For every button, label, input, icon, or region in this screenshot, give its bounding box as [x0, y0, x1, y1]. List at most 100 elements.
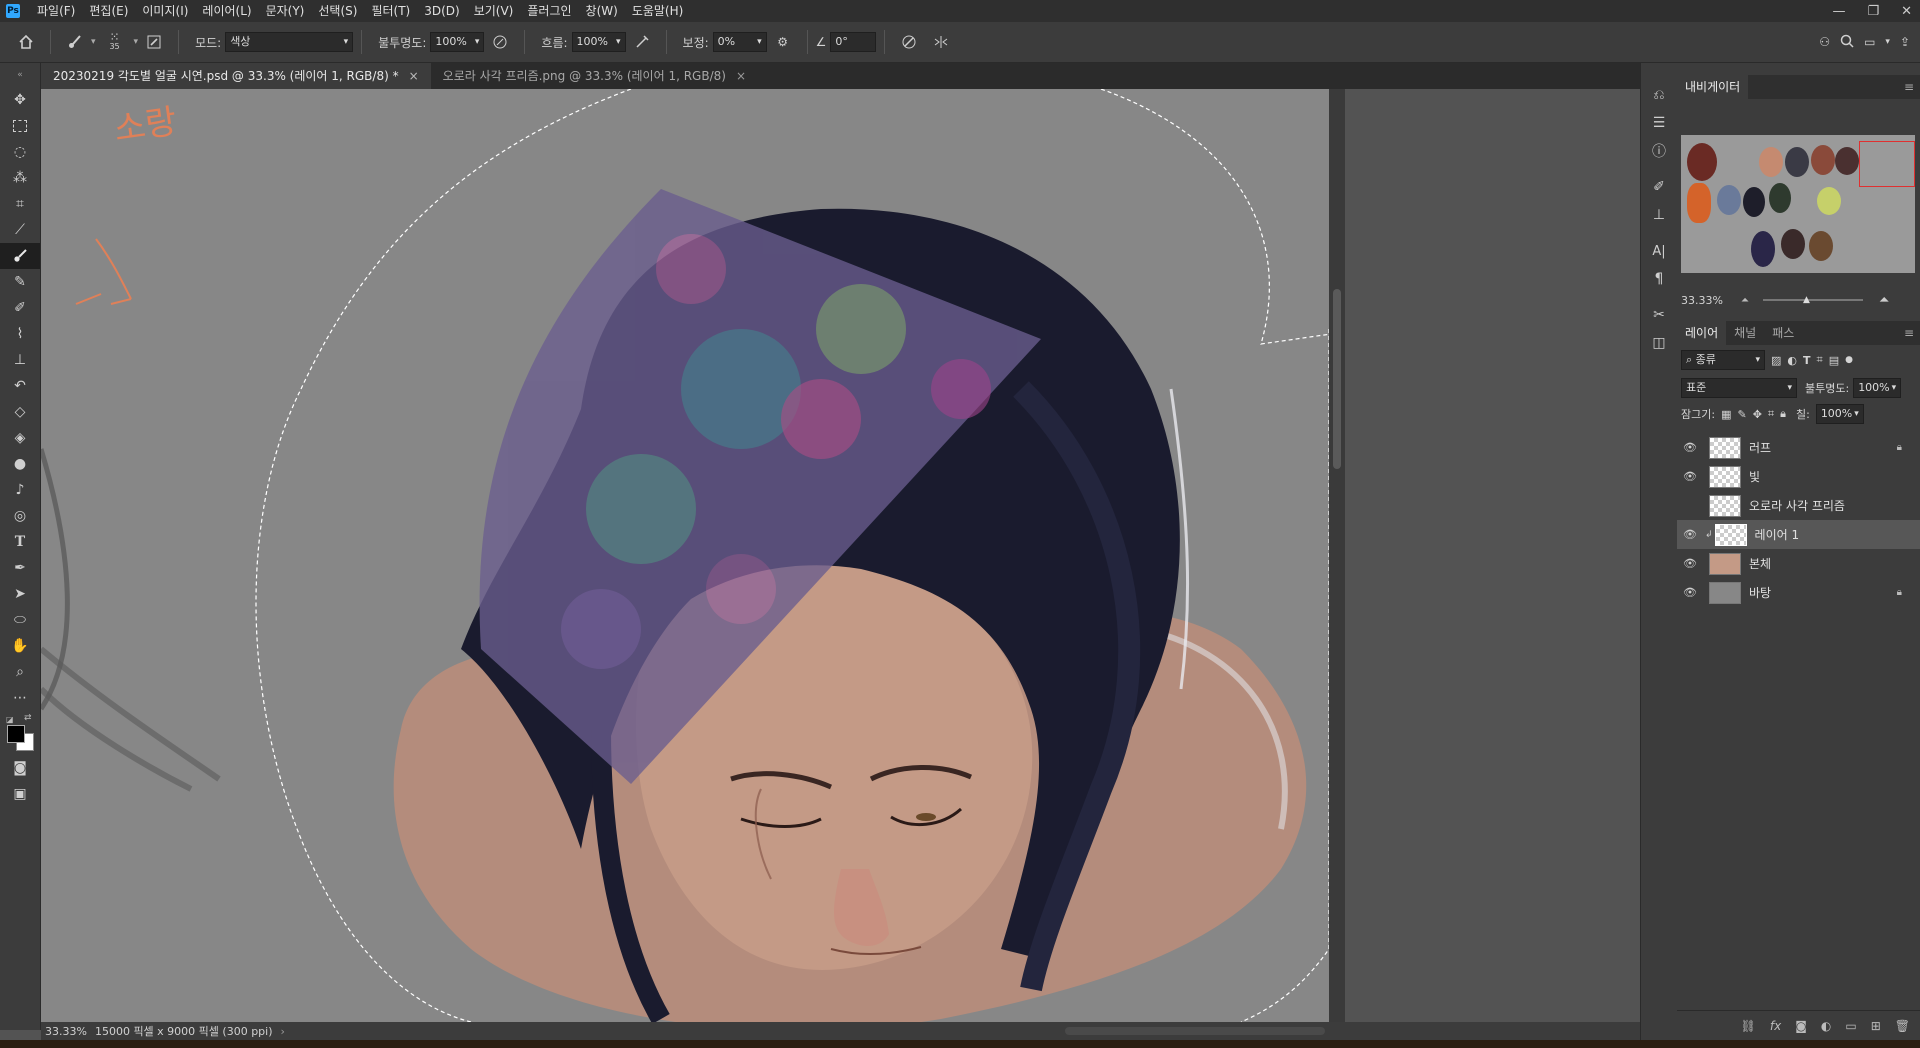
collapse-icon[interactable]: « — [0, 63, 40, 87]
brush-tool-preset-icon[interactable] — [63, 30, 87, 54]
lasso-tool-icon[interactable]: ◌ — [0, 139, 40, 165]
menu-filter[interactable]: 필터(T) — [364, 0, 417, 22]
share-icon[interactable]: ⇪ — [1900, 35, 1910, 49]
pressure-opacity-icon[interactable] — [488, 30, 512, 54]
brush-settings-icon[interactable]: ✐ — [1641, 173, 1677, 201]
chevron-down-icon[interactable]: ▾ — [91, 37, 96, 47]
mode-select[interactable]: 색상 ▾ — [225, 32, 354, 52]
menu-view[interactable]: 보기(V) — [467, 0, 521, 22]
filter-adjustment-icon[interactable]: ◐ — [1787, 354, 1797, 367]
layer-opacity-input[interactable]: 100% ▾ — [1853, 378, 1902, 398]
menu-help[interactable]: 도움말(H) — [625, 0, 691, 22]
new-group-icon[interactable]: ▭ — [1845, 1019, 1856, 1033]
menu-edit[interactable]: 편집(E) — [82, 0, 135, 22]
filter-smart-object-icon[interactable]: ▤ — [1829, 354, 1839, 367]
menu-plugins[interactable]: 플러그인 — [520, 0, 578, 22]
search-icon[interactable] — [1840, 34, 1854, 51]
tab-paths[interactable]: 패스 — [1764, 321, 1802, 345]
symmetry-icon[interactable] — [929, 30, 953, 54]
tool-presets-icon[interactable]: ✂ — [1641, 301, 1677, 329]
brush-settings-icon[interactable] — [142, 30, 166, 54]
new-adjustment-icon[interactable]: ◐ — [1821, 1019, 1831, 1033]
sponge-tool-icon[interactable]: ◎ — [0, 503, 40, 529]
filter-type-icon[interactable]: T — [1803, 354, 1811, 367]
restore-icon[interactable]: ❐ — [1867, 4, 1879, 19]
color-swatches[interactable]: ◪ ⇄ — [0, 711, 40, 755]
mixer-brush-tool-icon[interactable]: ✐ — [0, 295, 40, 321]
new-layer-icon[interactable]: ⊞ — [1871, 1019, 1881, 1033]
paint-bucket-tool-icon[interactable]: ◈ — [0, 425, 40, 451]
crop-tool-icon[interactable]: ⌗ — [0, 191, 40, 217]
menu-file[interactable]: 파일(F) — [30, 0, 82, 22]
layer-row[interactable]: 👁︎ 러프 🔒︎ — [1677, 433, 1920, 462]
navigator-view-box[interactable] — [1859, 141, 1915, 187]
lock-position-icon[interactable]: ✥ — [1753, 408, 1762, 421]
visibility-eye-icon[interactable]: 👁︎ — [1677, 557, 1703, 570]
fill-input[interactable]: 100% ▾ — [1815, 404, 1864, 424]
character-icon[interactable]: A| — [1641, 237, 1677, 265]
zoom-out-icon[interactable]: ⏶ — [1741, 295, 1749, 306]
layer-row[interactable]: 👁︎ 본체 — [1677, 549, 1920, 578]
vertical-scrollbar[interactable] — [1329, 89, 1345, 1022]
visibility-eye-icon[interactable]: 👁︎ — [1677, 470, 1703, 483]
panel-menu-icon[interactable]: ≡ — [1904, 80, 1914, 94]
screen-mode-icon[interactable]: ▣ — [0, 781, 40, 807]
filter-shape-icon[interactable]: ⌗ — [1817, 353, 1823, 367]
default-colors-icon[interactable]: ◪ — [6, 715, 14, 724]
menu-type[interactable]: 문자(Y) — [259, 0, 312, 22]
history-brush-tool-icon[interactable]: ↶ — [0, 373, 40, 399]
navigator-zoom-slider-knob[interactable]: ▲ — [1803, 295, 1810, 305]
trash-icon[interactable]: 🗑︎ — [1895, 1019, 1910, 1033]
layer-row[interactable]: 👁︎ 바탕 🔒︎ — [1677, 578, 1920, 607]
move-tool-icon[interactable]: ✥ — [0, 87, 40, 113]
brush-size-picker[interactable]: ⁙ 35 — [100, 30, 130, 54]
airbrush-icon[interactable] — [630, 30, 654, 54]
navigator-preview[interactable] — [1681, 135, 1915, 273]
tab-navigator[interactable]: 내비게이터 — [1677, 75, 1749, 99]
eyedropper-tool-icon[interactable]: ⟋ — [0, 217, 40, 243]
quick-mask-icon[interactable]: ◙ — [0, 755, 40, 781]
chevron-down-icon[interactable]: ▾ — [1885, 37, 1890, 47]
pencil-tool-icon[interactable]: ✎ — [0, 269, 40, 295]
lock-transparent-icon[interactable]: ▦ — [1721, 408, 1731, 421]
lock-artboard-icon[interactable]: ⌗ — [1768, 407, 1774, 421]
info-icon[interactable]: ⓘ — [1641, 137, 1677, 165]
swap-colors-icon[interactable]: ⇄ — [24, 713, 32, 723]
libraries-icon[interactable]: ◫ — [1641, 329, 1677, 357]
zoom-in-icon[interactable]: ⏶ — [1879, 293, 1889, 308]
chevron-right-icon[interactable]: › — [281, 1025, 285, 1038]
filter-pixel-icon[interactable]: ▨ — [1771, 354, 1781, 367]
document-canvas[interactable]: 소랑 — [41, 89, 1329, 1022]
opacity-input[interactable]: 100% ▾ — [430, 32, 485, 52]
navigator-zoom-slider[interactable]: ▲ — [1762, 295, 1863, 305]
pen-tool-icon[interactable]: ✒ — [0, 555, 40, 581]
layer-row[interactable]: 👁︎ ↲ 레이어 1 — [1677, 520, 1920, 549]
tab-document-1[interactable]: 20230219 각도별 얼굴 시연.psd @ 33.3% (레이어 1, R… — [41, 63, 431, 89]
shape-tool-icon[interactable]: ⬭ — [0, 607, 40, 633]
visibility-eye-icon[interactable]: 👁︎ — [1677, 528, 1703, 541]
marquee-tool-icon[interactable] — [0, 113, 40, 139]
adjustments-icon[interactable]: ☰ — [1641, 109, 1677, 137]
clone-stamp-tool-icon[interactable]: ⊥ — [0, 347, 40, 373]
tab-channels[interactable]: 채널 — [1726, 321, 1764, 345]
close-tab-icon[interactable]: × — [409, 63, 419, 89]
visibility-eye-icon[interactable]: 👁︎ — [1677, 586, 1703, 599]
pressure-size-icon[interactable] — [897, 30, 921, 54]
zoom-tool-icon[interactable]: ⌕ — [0, 659, 40, 685]
dodge-tool-icon[interactable]: ♪ — [0, 477, 40, 503]
flow-input[interactable]: 100% ▾ — [571, 32, 626, 52]
visibility-eye-icon[interactable]: 👁︎ — [1677, 441, 1703, 454]
tab-layers[interactable]: 레이어 — [1677, 321, 1727, 345]
canvas-area[interactable]: 소랑 — [41, 89, 1641, 1022]
layer-row[interactable]: 오로라 사각 프리즘 — [1677, 491, 1920, 520]
menu-layer[interactable]: 레이어(L) — [195, 0, 258, 22]
hand-tool-icon[interactable]: ✋ — [0, 633, 40, 659]
menu-image[interactable]: 이미지(I) — [135, 0, 195, 22]
menu-3d[interactable]: 3D(D) — [417, 0, 466, 22]
angle-input[interactable]: 0° — [830, 32, 877, 52]
eraser-tool-icon[interactable]: ◇ — [0, 399, 40, 425]
home-icon[interactable] — [14, 30, 38, 54]
lock-image-icon[interactable]: ✎ — [1737, 408, 1746, 421]
path-selection-tool-icon[interactable]: ➤ — [0, 581, 40, 607]
chevron-down-icon[interactable]: ▾ — [134, 37, 139, 47]
